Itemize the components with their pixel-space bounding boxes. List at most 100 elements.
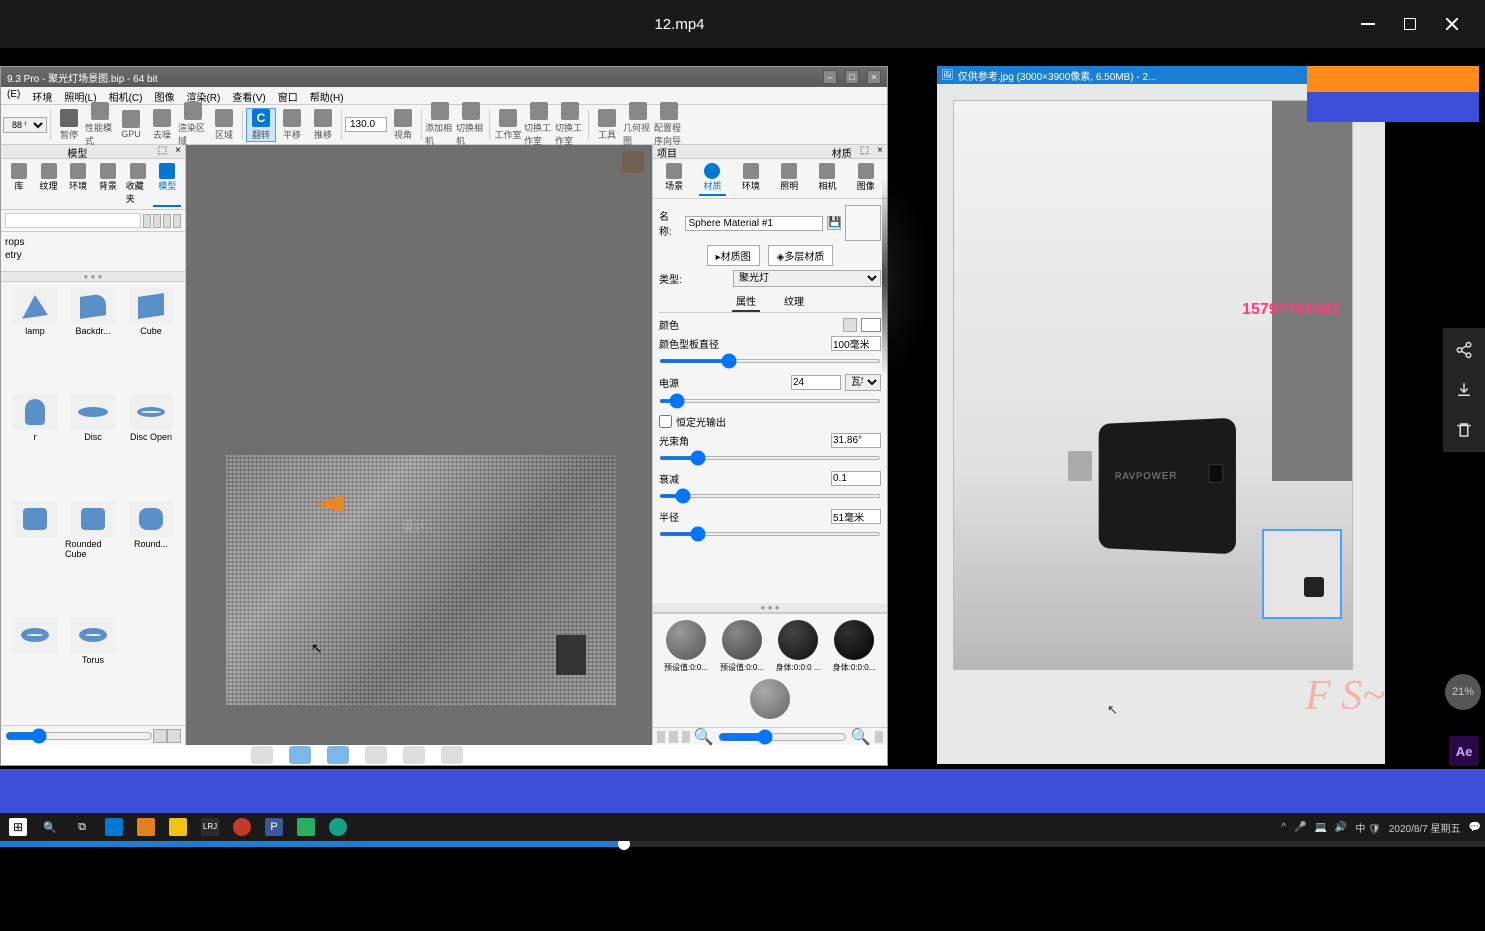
- task-view-button[interactable]: ⧉: [68, 815, 96, 839]
- material-name-input[interactable]: [685, 216, 823, 231]
- zoom-icon[interactable]: [153, 729, 167, 743]
- falloff-input[interactable]: [831, 471, 881, 486]
- material-graph-button[interactable]: ▸材质图: [707, 245, 760, 266]
- rtab-camera[interactable]: 相机: [814, 161, 840, 196]
- tool-studio[interactable]: 工作室: [493, 109, 523, 141]
- view-detail-icon[interactable]: [682, 731, 690, 743]
- minimize-button[interactable]: [1359, 15, 1377, 33]
- close-button[interactable]: [1443, 15, 1461, 33]
- panel-float-icon[interactable]: ⬚: [856, 145, 873, 158]
- color-picker-icon[interactable]: [843, 318, 857, 332]
- rtab-image[interactable]: 图像: [853, 161, 879, 196]
- tool-geom-view[interactable]: 几何视图: [623, 102, 653, 147]
- floating-notification[interactable]: [1307, 66, 1479, 122]
- tool-add-camera[interactable]: 添加相机: [425, 102, 455, 147]
- menu-help[interactable]: 帮助(H): [304, 87, 350, 104]
- start-button[interactable]: ⊞: [4, 815, 32, 839]
- radius-input[interactable]: [831, 509, 881, 524]
- explorer-icon[interactable]: [164, 815, 192, 839]
- app-icon-p[interactable]: P: [260, 815, 288, 839]
- rtab-lighting[interactable]: 照明: [776, 161, 802, 196]
- zoom-percentage-badge[interactable]: 21%: [1445, 674, 1481, 710]
- app-icon-1[interactable]: [132, 815, 160, 839]
- menu-environment[interactable]: 环境: [26, 87, 58, 104]
- image-navigator[interactable]: [1262, 529, 1342, 619]
- grid-icon[interactable]: [167, 729, 181, 743]
- tool-dolly[interactable]: 推移: [308, 109, 338, 141]
- vp-tool-5[interactable]: [403, 746, 425, 764]
- radius-slider[interactable]: [659, 532, 881, 536]
- model-item-cylinder[interactable]: r: [7, 394, 63, 496]
- tool-tumble[interactable]: C翻转: [246, 108, 276, 142]
- ks-minimize-button[interactable]: –: [823, 70, 837, 84]
- swatch-item[interactable]: 预设值:0:0...: [717, 620, 767, 673]
- tool-region[interactable]: 区域: [209, 109, 239, 141]
- multi-material-button[interactable]: ◈多层材质: [768, 245, 834, 266]
- rtab-environment[interactable]: 环境: [738, 161, 764, 196]
- tray-network-icon[interactable]: 💻: [1314, 822, 1326, 833]
- model-item-cube[interactable]: Cube: [123, 288, 179, 390]
- tray-chevron-icon[interactable]: ^: [1281, 822, 1286, 833]
- tray-notification-icon[interactable]: 💬: [1469, 822, 1481, 833]
- vp-tool-1[interactable]: [251, 746, 273, 764]
- swatch-item[interactable]: 身体:0:0:0...: [829, 620, 879, 673]
- vp-tool-2[interactable]: [289, 746, 311, 764]
- vp-tool-4[interactable]: [365, 746, 387, 764]
- swatch-size-slider[interactable]: [718, 729, 847, 745]
- swatch-item[interactable]: 预设值:0:0...: [661, 620, 711, 673]
- constant-output-checkbox[interactable]: [659, 415, 672, 428]
- material-grip[interactable]: ● ● ●: [653, 603, 887, 613]
- view-grid-icon[interactable]: [669, 731, 677, 743]
- tray-datetime[interactable]: 2020/8/7 星期五: [1389, 820, 1461, 835]
- tool-gpu[interactable]: GPU: [116, 110, 146, 139]
- tab-environment[interactable]: 环境: [64, 161, 92, 207]
- subtab-properties[interactable]: 属性: [732, 291, 760, 312]
- tray-volume-icon[interactable]: 🔊: [1335, 822, 1347, 833]
- maximize-button[interactable]: [1401, 15, 1419, 33]
- beam-slider[interactable]: [659, 456, 881, 460]
- vp-tool-6[interactable]: [441, 746, 463, 764]
- tool-pan[interactable]: 平移: [277, 109, 307, 141]
- model-item-blank[interactable]: [7, 501, 63, 613]
- model-item-backdrop[interactable]: Backdr...: [65, 288, 121, 390]
- ks-maximize-button[interactable]: □: [845, 70, 859, 84]
- view-list-icon[interactable]: [657, 731, 665, 743]
- menu-window[interactable]: 窗口: [272, 87, 304, 104]
- tool-fov[interactable]: 视角: [388, 109, 418, 141]
- refresh-icon[interactable]: [163, 214, 171, 228]
- save-material-icon[interactable]: 💾: [827, 216, 841, 230]
- tool-switch-studio[interactable]: 切换工作室: [524, 102, 554, 147]
- tree-item[interactable]: etry: [5, 249, 181, 262]
- download-icon[interactable]: [1454, 380, 1474, 400]
- record-icon[interactable]: [228, 815, 256, 839]
- app-icon-3[interactable]: [324, 815, 352, 839]
- playback-progress-bar[interactable]: [0, 841, 1485, 847]
- tab-model[interactable]: 模型: [153, 161, 181, 207]
- tool-configurator[interactable]: 配置程序向导: [654, 102, 684, 147]
- menu-view[interactable]: 查看(V): [226, 87, 271, 104]
- zoom-out-icon[interactable]: 🔍: [694, 727, 714, 747]
- fullscreen-icon[interactable]: [875, 731, 883, 743]
- model-item-lamp[interactable]: lamp: [7, 288, 63, 390]
- percent-dropdown[interactable]: 88 %: [3, 117, 47, 133]
- tool-pause[interactable]: 暂停: [54, 109, 84, 141]
- panel-close-icon[interactable]: ×: [873, 145, 887, 158]
- rtab-scene[interactable]: 场景: [661, 161, 687, 196]
- swatch-item[interactable]: 身体:0:0:0 ...: [773, 620, 823, 673]
- tree-item[interactable]: rops: [5, 236, 181, 249]
- tool-perf[interactable]: 性能模式: [85, 102, 115, 147]
- tool-denoise[interactable]: 去噪: [147, 109, 177, 141]
- ks-close-button[interactable]: ×: [867, 70, 881, 84]
- image-viewer-body[interactable]: 15797761582 RAVPOWER ↖: [937, 84, 1385, 764]
- model-item-blank2[interactable]: [7, 617, 63, 719]
- tool-switch-studio2[interactable]: 切换工作室: [555, 102, 585, 147]
- falloff-slider[interactable]: [659, 494, 881, 498]
- model-item-disc-open[interactable]: Disc Open: [123, 394, 179, 496]
- model-item-disc[interactable]: Disc: [65, 394, 121, 496]
- vp-tool-3[interactable]: [327, 746, 349, 764]
- rtab-material[interactable]: 材质: [699, 161, 725, 196]
- tab-library[interactable]: 库: [5, 161, 33, 207]
- fov-input[interactable]: [345, 117, 387, 132]
- search-button[interactable]: 🔍: [36, 815, 64, 839]
- edge-icon[interactable]: [100, 815, 128, 839]
